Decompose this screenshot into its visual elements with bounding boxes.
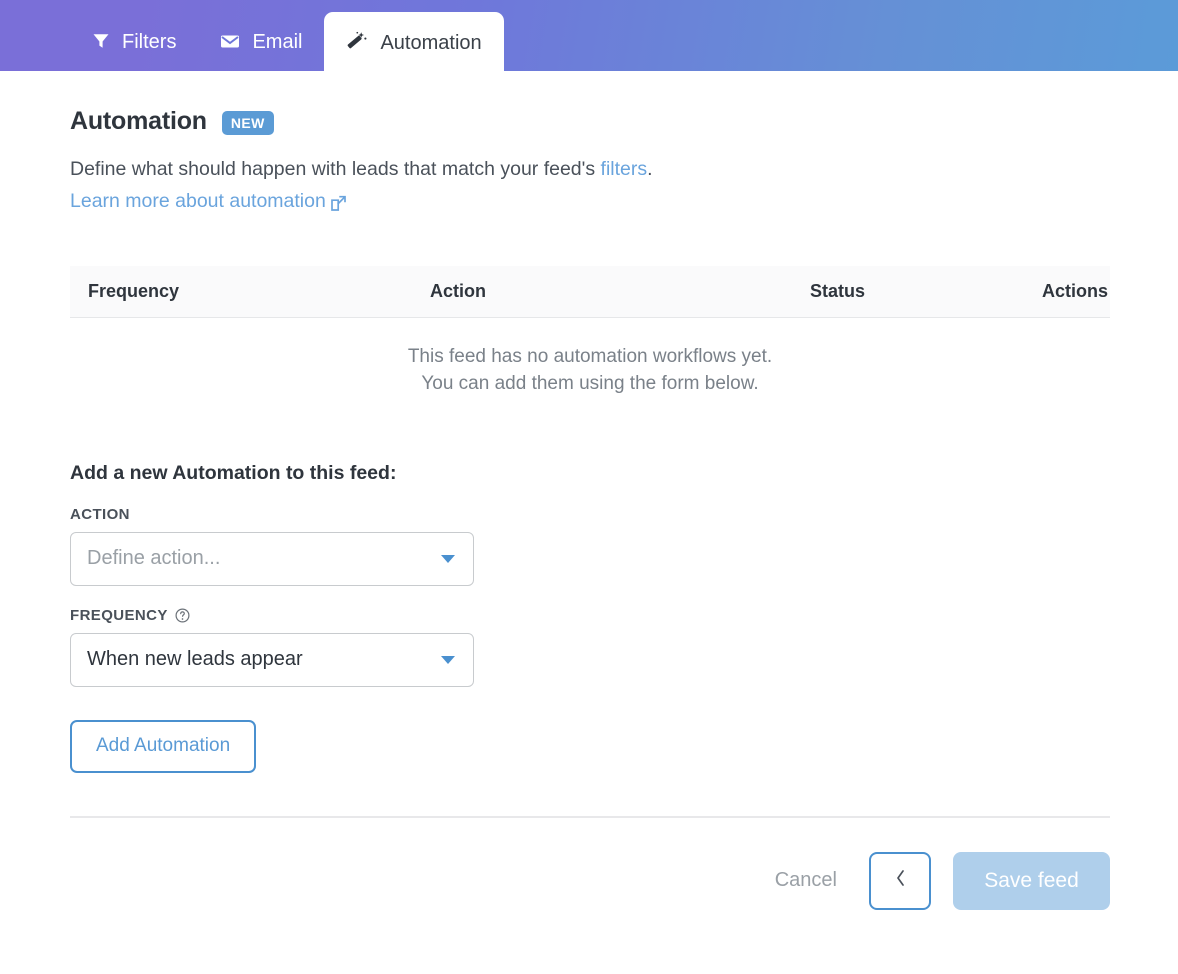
form-title: Add a new Automation to this feed: (70, 461, 397, 484)
add-automation-button[interactable]: Add Automation (70, 719, 257, 773)
description-prefix: Define what should happen with leads tha… (70, 158, 601, 180)
add-automation-form: Add a new Automation to this feed: ACTIO… (70, 462, 1108, 773)
cancel-button[interactable]: Cancel (765, 869, 847, 892)
footer-actions: Cancel Save feed (70, 851, 1110, 910)
envelope-icon (220, 32, 240, 50)
tab-bar: Filters Email Automation (0, 0, 1178, 71)
chevron-down-icon (441, 554, 455, 563)
title-row: Automation NEW (70, 107, 1108, 136)
help-circle-icon[interactable] (175, 608, 190, 623)
learn-more-link[interactable]: Learn more about automation (70, 190, 347, 213)
page-title: Automation (70, 107, 207, 135)
page-content: Automation NEW Define what should happen… (0, 107, 1178, 910)
column-header-frequency: Frequency (88, 280, 180, 301)
frequency-select-value: When new leads appear (87, 648, 303, 671)
empty-state-line-1: This feed has no automation workflows ye… (407, 345, 773, 367)
action-select[interactable]: Define action... (70, 531, 474, 586)
chevron-down-icon (441, 655, 455, 664)
empty-state-line-2: You can add them using the form below. (421, 373, 759, 395)
tab-email[interactable]: Email (198, 11, 324, 71)
tab-filters-label: Filters (122, 31, 177, 53)
tab-automation[interactable]: Automation (324, 12, 504, 71)
external-link-icon (330, 195, 347, 212)
column-header-action: Action (430, 280, 486, 301)
table-header-row: Frequency Action Status Actions (70, 265, 1110, 318)
tab-email-label: Email (252, 31, 303, 53)
back-button[interactable] (869, 851, 931, 910)
filters-link[interactable]: filters (601, 158, 648, 180)
automation-table: Frequency Action Status Actions This fee… (70, 265, 1110, 398)
description-suffix: . (647, 158, 653, 180)
tab-automation-label: Automation (380, 31, 482, 54)
action-label: ACTION (70, 506, 1108, 523)
footer-divider (70, 815, 1110, 818)
frequency-label-text: FREQUENCY (70, 606, 168, 624)
status-badge: NEW (221, 110, 274, 135)
chevron-left-icon (894, 868, 907, 893)
column-header-actions: Actions (1041, 280, 1108, 301)
column-header-status: Status (810, 280, 866, 301)
action-label-text: ACTION (70, 505, 130, 523)
frequency-label: FREQUENCY (70, 607, 1108, 624)
magic-wand-icon (346, 31, 368, 53)
frequency-select[interactable]: When new leads appear (70, 632, 474, 687)
filter-icon (92, 32, 110, 50)
learn-more-label: Learn more about automation (70, 189, 326, 212)
description: Define what should happen with leads tha… (70, 158, 1108, 180)
tab-filters[interactable]: Filters (70, 11, 198, 71)
action-select-value: Define action... (87, 547, 221, 570)
save-feed-button[interactable]: Save feed (953, 851, 1110, 910)
empty-state: This feed has no automation workflows ye… (70, 343, 1110, 398)
